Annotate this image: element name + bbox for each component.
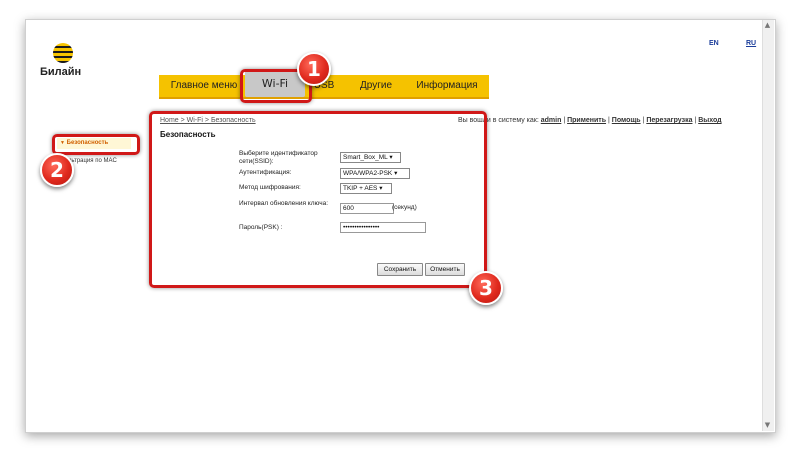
separator: |: [563, 117, 566, 124]
lang-en-link[interactable]: EN: [709, 40, 719, 47]
vertical-scrollbar[interactable]: [762, 20, 774, 431]
brand-name: Билайн: [40, 66, 82, 78]
apply-link[interactable]: Применить: [567, 117, 606, 124]
user-link[interactable]: admin: [541, 117, 562, 124]
annotation-badge-1: 1: [297, 52, 331, 86]
highlight-sidebar-security: [52, 134, 140, 155]
menu-other[interactable]: Другие: [350, 75, 402, 97]
scroll-down-icon[interactable]: ▼: [764, 422, 771, 429]
separator: |: [608, 117, 610, 124]
menu-main[interactable]: Главное меню: [166, 75, 242, 97]
separator: |: [694, 117, 697, 124]
scroll-up-icon[interactable]: ▲: [764, 22, 771, 29]
annotation-badge-3: 3: [469, 271, 503, 305]
reboot-link[interactable]: Перезагрузка: [646, 117, 692, 124]
separator: |: [642, 117, 645, 124]
session-links: Вы вошли в систему как: admin | Применит…: [458, 117, 722, 124]
beeline-logo-icon: [53, 43, 73, 63]
annotation-badge-2: 2: [40, 153, 74, 187]
highlight-security-form: [149, 111, 487, 288]
menu-info[interactable]: Информация: [410, 75, 484, 97]
logout-link[interactable]: Выход: [698, 117, 721, 124]
lang-ru-link[interactable]: RU: [746, 40, 756, 47]
help-link[interactable]: Помощь: [612, 117, 641, 124]
